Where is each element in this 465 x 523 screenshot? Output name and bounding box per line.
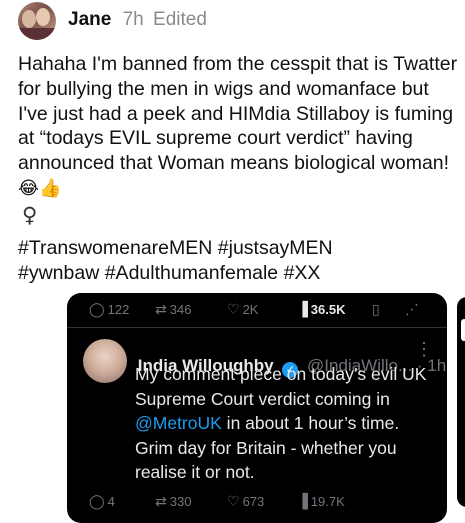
post-header: Jane 7h Edited xyxy=(68,9,207,31)
like-action[interactable]: ♡ 2K xyxy=(227,302,258,318)
views-count: 36.5K xyxy=(310,302,346,317)
hashtags-line-1[interactable]: #TranswomenareMEN #justsayMEN xyxy=(18,236,458,261)
embed-divider xyxy=(67,327,447,328)
like-count: 2K xyxy=(242,302,259,317)
views-count-bottom: 19.7K xyxy=(310,494,345,509)
repost-count-bottom: 330 xyxy=(169,494,192,509)
views-action-bottom[interactable]: ▐ 19.7K xyxy=(297,494,345,510)
reply-action[interactable]: ◯ 122 xyxy=(89,302,129,318)
like-action-bottom[interactable]: ♡ 673 xyxy=(227,494,264,510)
author-avatar[interactable] xyxy=(18,2,56,40)
views-action[interactable]: ▐ 36.5K xyxy=(297,302,345,318)
edited-label: Edited xyxy=(153,9,207,30)
post-body: Hahaha I'm banned from the cesspit that … xyxy=(18,52,458,202)
bookmark-icon[interactable]: ▯ xyxy=(372,302,383,318)
repost-action-bottom[interactable]: ⇄ 330 xyxy=(155,494,191,510)
hashtags: #TranswomenareMEN #justsayMEN #ywnbaw #A… xyxy=(18,236,458,286)
next-card-indicator xyxy=(461,319,465,341)
avatar-figure-right xyxy=(36,8,50,26)
reply-count: 122 xyxy=(107,302,130,317)
repost-icon: ⇄ xyxy=(155,302,167,318)
like-count-bottom: 673 xyxy=(242,494,265,509)
reply-action-bottom[interactable]: ◯ 4 xyxy=(89,494,115,510)
venus-symbol: ♀ xyxy=(22,203,38,227)
avatar-background xyxy=(18,28,56,40)
embed-avatar[interactable] xyxy=(83,339,127,383)
views-icon: ▐ xyxy=(297,302,308,318)
post-time: 7h xyxy=(122,9,144,30)
embedded-tweet-card[interactable]: ◯ 122 ⇄ 346 ♡ 2K ▐ 36.5K ▯ ⋰ India Willoughb… xyxy=(67,293,447,523)
embed-action-bar-top: ◯ 122 ⇄ 346 ♡ 2K ▐ 36.5K ▯ ⋰ xyxy=(67,293,447,327)
avatar-figure-left xyxy=(22,10,36,28)
embed-text-before: My comment piece on today’s evil UK Supr… xyxy=(135,364,427,409)
repost-action[interactable]: ⇄ 346 xyxy=(155,302,191,318)
embed-text: My comment piece on today’s evil UK Supr… xyxy=(135,362,435,485)
more-icon[interactable]: ⋮ xyxy=(415,339,433,360)
repost-count: 346 xyxy=(169,302,192,317)
reply-icon: ◯ xyxy=(89,302,105,318)
laughing-thumbs-emoji: 😂👍 xyxy=(18,177,62,199)
share-icon[interactable]: ⋰ xyxy=(405,302,422,318)
hashtags-line-2[interactable]: #ywnbaw #Adulthumanfemale #XX xyxy=(18,261,458,286)
reply-count-bottom: 4 xyxy=(107,494,115,509)
like-icon: ♡ xyxy=(227,302,240,318)
mention-link[interactable]: @MetroUK xyxy=(135,413,222,433)
author-name[interactable]: Jane xyxy=(68,9,111,30)
post-text: Hahaha I'm banned from the cesspit that … xyxy=(18,53,458,175)
next-embedded-card-edge[interactable] xyxy=(457,297,465,507)
